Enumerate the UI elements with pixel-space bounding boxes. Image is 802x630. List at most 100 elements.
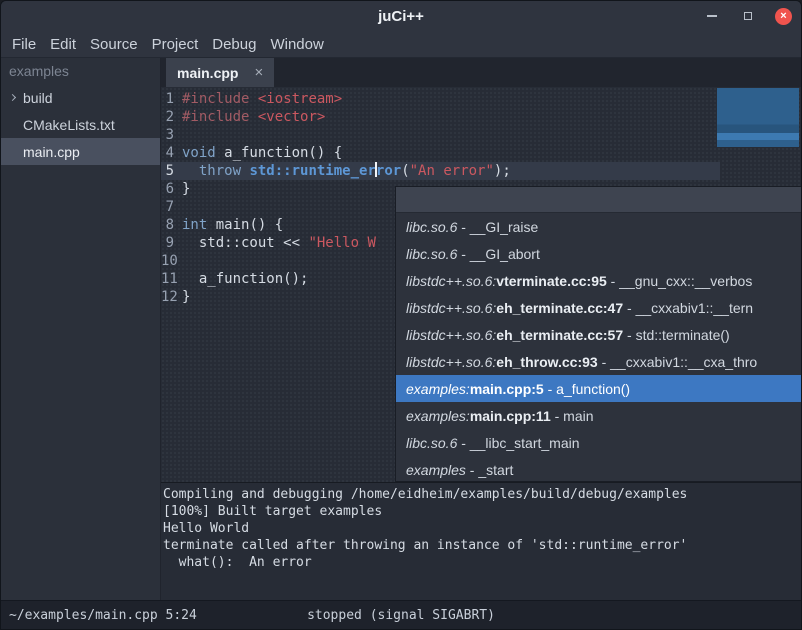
frame-module: libstdc++.so.6: <box>406 272 496 290</box>
menu-item-debug[interactable]: Debug <box>205 33 263 56</box>
line-number: 12 <box>161 288 182 306</box>
frame-location: main.cpp:11 <box>470 407 551 425</box>
code-token: #include <box>182 109 249 125</box>
frame-module: libstdc++.so.6: <box>406 353 496 371</box>
code-token <box>249 109 257 125</box>
file-tree: buildCMakeLists.txt main.cpp <box>1 84 160 165</box>
code-token: ); <box>494 163 511 179</box>
frame-function: - __GI_raise <box>457 218 538 236</box>
restore-button[interactable] <box>739 7 757 25</box>
frame-module: libc.so.6 <box>406 434 457 452</box>
frame-location: main.cpp:5 <box>470 380 544 398</box>
frame-function: - main <box>551 407 594 425</box>
code-token: <vector> <box>258 109 325 125</box>
stack-frame-7[interactable]: examples:main.cpp:11 - main <box>396 402 801 429</box>
tab-close-icon[interactable]: × <box>254 64 263 81</box>
tree-item-main-cpp[interactable]: main.cpp <box>1 138 160 165</box>
code-token: int <box>182 217 207 233</box>
code-token: } <box>182 181 190 197</box>
code-token: void <box>182 145 216 161</box>
frame-location: vterminate.cc:95 <box>496 272 607 290</box>
frame-module: libstdc++.so.6: <box>406 299 496 317</box>
close-button[interactable]: × <box>775 8 792 25</box>
line-number: 5 <box>161 162 182 180</box>
line-number: 1 <box>161 90 182 108</box>
line-number: 4 <box>161 144 182 162</box>
code-token: a_function(); <box>182 271 308 287</box>
menu-item-window[interactable]: Window <box>263 33 330 56</box>
titlebar[interactable]: juCi++ × <box>1 1 801 31</box>
terminal-line-1: [100%] Built target examples <box>163 503 801 520</box>
file-tree-sidebar: examples buildCMakeLists.txtmain.cpp <box>1 58 161 600</box>
code-token: main() { <box>207 217 283 233</box>
stack-frame-2[interactable]: libstdc++.so.6:vterminate.cc:95 - __gnu_… <box>396 267 801 294</box>
frame-module: examples: <box>406 407 470 425</box>
code-token: std::cout << <box>182 235 308 251</box>
code-token: std::runtime_er <box>249 163 375 179</box>
frame-function: - __libc_start_main <box>457 434 579 452</box>
frame-function: - __GI_abort <box>457 245 540 263</box>
code-token: <iostream> <box>258 91 342 107</box>
terminal-line-2: Hello World <box>163 520 801 537</box>
menu-item-source[interactable]: Source <box>83 33 145 56</box>
terminal-line-3: terminate called after throwing an insta… <box>163 537 801 554</box>
tab-main-cpp[interactable]: main.cpp × <box>166 58 274 87</box>
frame-function: - __gnu_cxx::__verbos <box>607 272 753 290</box>
stack-frame-8[interactable]: libc.so.6 - __libc_start_main <box>396 429 801 456</box>
tree-item-cmakelists-txt[interactable]: CMakeLists.txt <box>1 111 160 138</box>
frame-module: libc.so.6 <box>406 218 457 236</box>
status-bar: ~/examples/main.cpp 5:24 stopped (signal… <box>1 600 801 629</box>
menubar: FileEditSourceProjectDebugWindow <box>1 31 801 58</box>
stack-frame-6[interactable]: examples:main.cpp:5 - a_function() <box>396 375 801 402</box>
code-editor[interactable]: 1#include <iostream>2#include <vector>34… <box>161 87 801 482</box>
tooltip-overlay <box>717 88 799 147</box>
code-line-3[interactable]: 3 <box>161 126 801 144</box>
frame-module: examples <box>406 461 466 479</box>
frame-function: - __cxxabiv1::__tern <box>623 299 753 317</box>
main-area: examples buildCMakeLists.txt main.cpp mai… <box>1 58 801 600</box>
tree-item-label: main.cpp <box>23 144 80 160</box>
code-token: #include <box>182 91 249 107</box>
app-window: juCi++ × FileEditSourceProjectDebugWindo… <box>0 0 802 630</box>
tab-label: main.cpp <box>177 65 238 81</box>
code-line-5[interactable]: 5 throw std::runtime_error("An error"); <box>161 162 801 180</box>
chevron-right-icon <box>9 95 23 100</box>
frame-location: eh_terminate.cc:47 <box>496 299 623 317</box>
status-debug-state: stopped (signal SIGABRT) <box>1 608 801 623</box>
code-token: throw <box>199 163 241 179</box>
menu-item-edit[interactable]: Edit <box>43 33 83 56</box>
frame-location: eh_throw.cc:93 <box>496 353 597 371</box>
stack-frame-0[interactable]: libc.so.6 - __GI_raise <box>396 213 801 240</box>
frame-module: examples: <box>406 380 470 398</box>
menu-item-file[interactable]: File <box>5 33 43 56</box>
line-number: 9 <box>161 234 182 252</box>
code-token: "Hello W <box>308 235 375 251</box>
stack-frame-3[interactable]: libstdc++.so.6:eh_terminate.cc:47 - __cx… <box>396 294 801 321</box>
line-number: 11 <box>161 270 182 288</box>
frame-function: - __cxxabiv1::__cxa_thro <box>598 353 758 371</box>
code-token <box>249 91 257 107</box>
minimize-icon <box>707 15 717 17</box>
stack-frame-4[interactable]: libstdc++.so.6:eh_terminate.cc:57 - std:… <box>396 321 801 348</box>
tree-item-build[interactable]: build <box>1 84 160 111</box>
stack-frame-1[interactable]: libc.so.6 - __GI_abort <box>396 240 801 267</box>
code-line-4[interactable]: 4void a_function() { <box>161 144 801 162</box>
code-token <box>182 163 199 179</box>
menu-item-project[interactable]: Project <box>145 33 206 56</box>
line-number: 10 <box>161 252 182 270</box>
terminal-panel[interactable]: Compiling and debugging /home/eidheim/ex… <box>161 482 801 600</box>
code-line-1[interactable]: 1#include <iostream> <box>161 90 801 108</box>
code-line-2[interactable]: 2#include <vector> <box>161 108 801 126</box>
frame-location: eh_terminate.cc:57 <box>496 326 623 344</box>
editor-column: main.cpp × 1#include <iostream>2#include… <box>161 58 801 600</box>
line-number: 7 <box>161 198 182 216</box>
minimize-button[interactable] <box>703 7 721 25</box>
code-token: "An error" <box>410 163 494 179</box>
stack-frame-list: libc.so.6 - __GI_raiselibc.so.6 - __GI_a… <box>396 213 801 482</box>
stack-frame-9[interactable]: examples - _start <box>396 456 801 482</box>
frame-function: - _start <box>466 461 513 479</box>
stack-frame-5[interactable]: libstdc++.so.6:eh_throw.cc:93 - __cxxabi… <box>396 348 801 375</box>
terminal-line-0: Compiling and debugging /home/eidheim/ex… <box>163 486 801 503</box>
popup-search-entry[interactable] <box>396 187 801 213</box>
code-token: a_function() { <box>216 145 342 161</box>
